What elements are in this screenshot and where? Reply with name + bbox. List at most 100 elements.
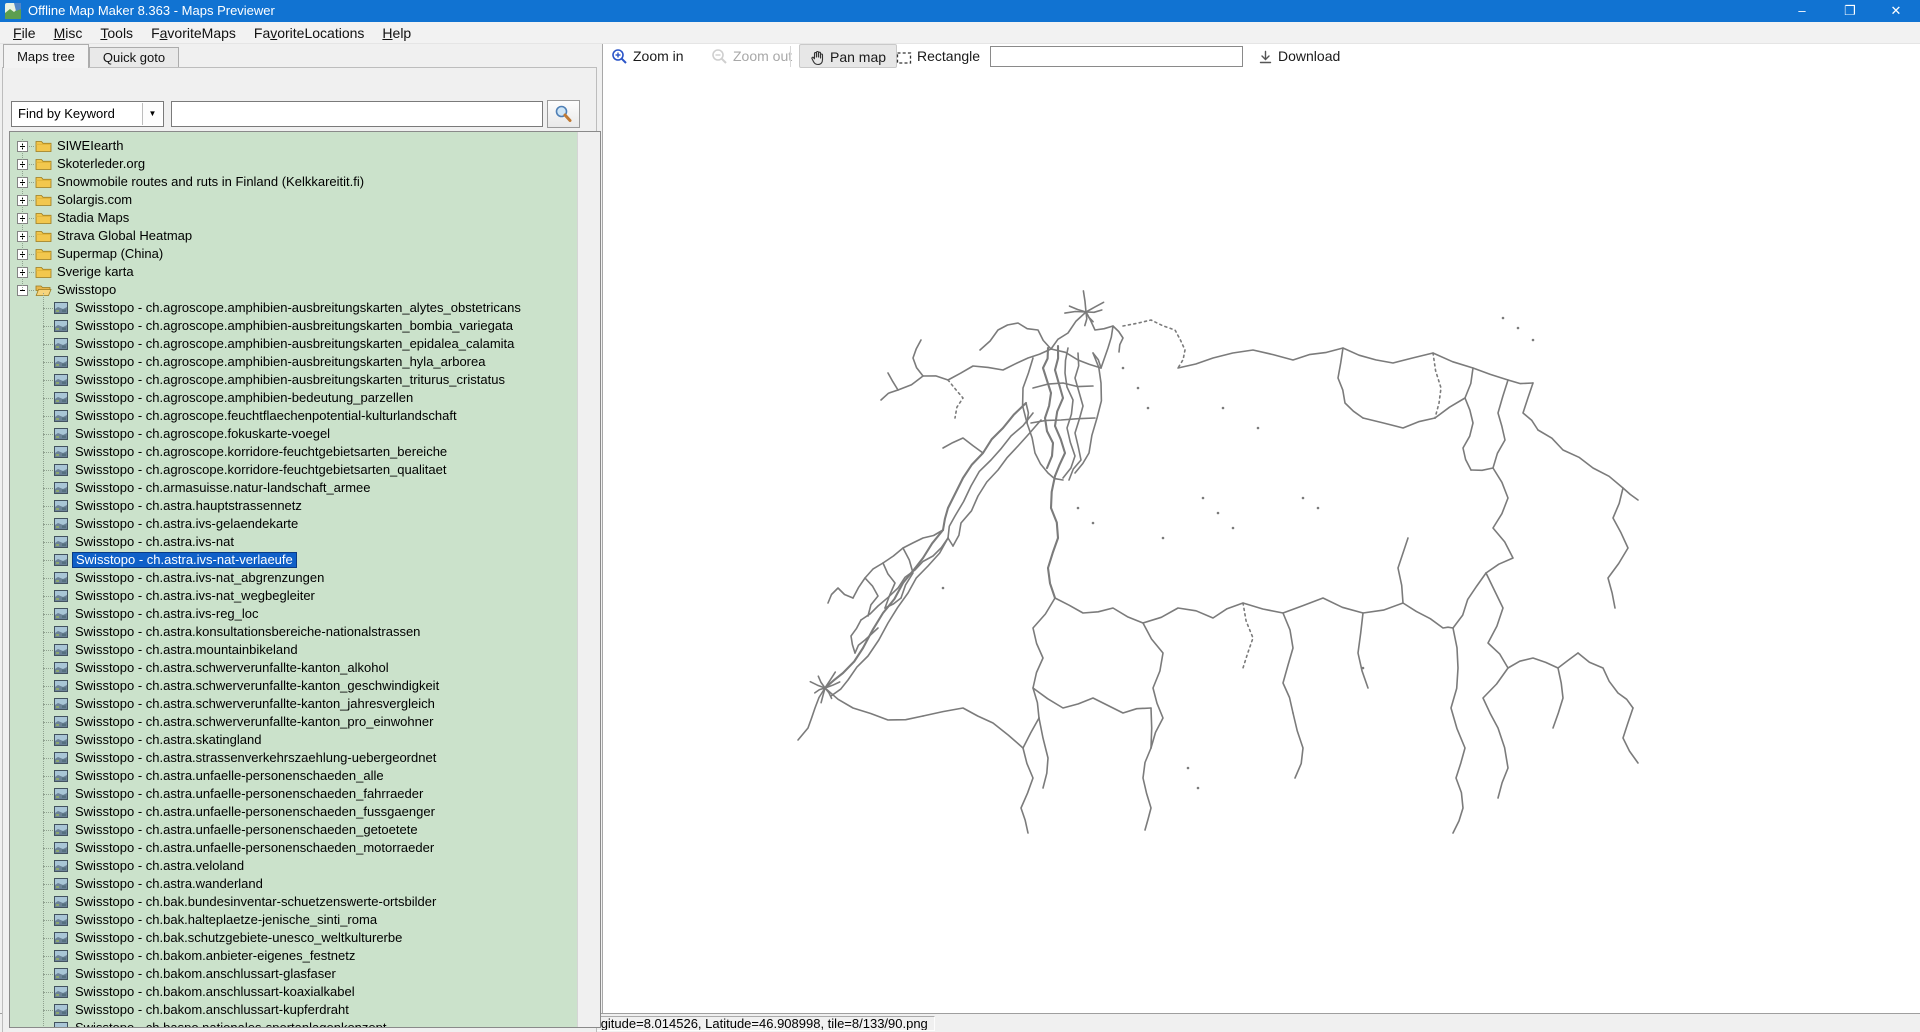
tree-folder-label: Swisstopo: [54, 282, 119, 298]
map-layer-icon: [54, 516, 68, 528]
dashed-rectangle-icon: [896, 51, 912, 65]
tree-item-ch-astra-unfaelle-personenschaeden-fahrraeder[interactable]: Swisstopo - ch.astra.unfaelle-personensc…: [10, 785, 577, 803]
rectangle-label: Rectangle: [917, 48, 980, 64]
tree-item-ch-bak-bundesinventar-schuetzenswerte-ortsbilder[interactable]: Swisstopo - ch.bak.bundesinventar-schuet…: [10, 893, 577, 911]
tree-item-ch-agroscope-amphibien-ausbreitungskarten-bombia-variegata[interactable]: Swisstopo - ch.agroscope.amphibien-ausbr…: [10, 317, 577, 335]
menu-item-help[interactable]: Help: [373, 22, 420, 43]
tree-folder-snowmobile-routes-and-ruts-in-finland-kelkkareitit-fi-[interactable]: Snowmobile routes and ruts in Finland (K…: [10, 173, 577, 191]
close-button[interactable]: ✕: [1872, 0, 1920, 22]
tree-item-label: Swisstopo - ch.agroscope.amphibien-ausbr…: [72, 354, 488, 370]
map-layer-icon: [54, 678, 68, 690]
tree-item-ch-astra-ivs-reg-loc[interactable]: Swisstopo - ch.astra.ivs-reg_loc: [10, 605, 577, 623]
tree-item-label: Swisstopo - ch.bakom.anschlussart-kupfer…: [72, 1002, 352, 1018]
tree-item-ch-agroscope-amphibien-ausbreitungskarten-triturus-cristatus[interactable]: Swisstopo - ch.agroscope.amphibien-ausbr…: [10, 371, 577, 389]
map-layer-icon: [54, 894, 68, 906]
maximize-button[interactable]: ❐: [1828, 0, 1872, 22]
tree-item-ch-bakom-anschlussart-glasfaser[interactable]: Swisstopo - ch.bakom.anschlussart-glasfa…: [10, 965, 577, 983]
map-layer-icon: [54, 588, 68, 600]
tree-folder-supermap-china-[interactable]: Supermap (China): [10, 245, 577, 263]
tree-item-ch-astra-unfaelle-personenschaeden-getoetete[interactable]: Swisstopo - ch.astra.unfaelle-personensc…: [10, 821, 577, 839]
zoom-out-label: Zoom out: [733, 48, 792, 64]
folder-icon: [35, 263, 52, 277]
tree-item-ch-astra-schwerverunfallte-kanton-alkohol[interactable]: Swisstopo - ch.astra.schwerverunfallte-k…: [10, 659, 577, 677]
tree-item-ch-astra-konsultationsbereiche-nationalstrassen[interactable]: Swisstopo - ch.astra.konsultationsbereic…: [10, 623, 577, 641]
tree-item-ch-astra-veloland[interactable]: Swisstopo - ch.astra.veloland: [10, 857, 577, 875]
menu-item-favoritelocations[interactable]: FavoriteLocations: [245, 22, 374, 43]
tree-item-ch-astra-schwerverunfallte-kanton-geschwindigkeit[interactable]: Swisstopo - ch.astra.schwerverunfallte-k…: [10, 677, 577, 695]
tree-folder-swisstopo[interactable]: Swisstopo: [10, 281, 577, 299]
tab-quick-goto[interactable]: Quick goto: [89, 47, 179, 68]
tree-item-ch-astra-hauptstrassennetz[interactable]: Swisstopo - ch.astra.hauptstrassennetz: [10, 497, 577, 515]
tree-item-ch-astra-unfaelle-personenschaeden-fussgaenger[interactable]: Swisstopo - ch.astra.unfaelle-personensc…: [10, 803, 577, 821]
tree-item-label: Swisstopo - ch.astra.ivs-nat_abgrenzunge…: [72, 570, 327, 586]
tree-item-ch-astra-ivs-gelaendekarte[interactable]: Swisstopo - ch.astra.ivs-gelaendekarte: [10, 515, 577, 533]
tree-item-ch-astra-unfaelle-personenschaeden-alle[interactable]: Swisstopo - ch.astra.unfaelle-personensc…: [10, 767, 577, 785]
search-mode-combobox[interactable]: Find by Keyword ▼: [11, 101, 164, 127]
menu-item-misc[interactable]: Misc: [45, 22, 92, 43]
tree-item-ch-astra-ivs-nat-wegbegleiter[interactable]: Swisstopo - ch.astra.ivs-nat_wegbegleite…: [10, 587, 577, 605]
tree-item-ch-bak-halteplaetze-jenische-sinti-roma[interactable]: Swisstopo - ch.bak.halteplaetze-jenische…: [10, 911, 577, 929]
tree-folder-sverige-karta[interactable]: Sverige karta: [10, 263, 577, 281]
menu-item-favoritemaps[interactable]: FavoriteMaps: [142, 22, 245, 43]
tree-item-ch-bak-schutzgebiete-unesco-weltkulturerbe[interactable]: Swisstopo - ch.bak.schutzgebiete-unesco_…: [10, 929, 577, 947]
tree-item-ch-astra-mountainbikeland[interactable]: Swisstopo - ch.astra.mountainbikeland: [10, 641, 577, 659]
tree-item-ch-agroscope-korridore-feuchtgebietsarten-qualitaet[interactable]: Swisstopo - ch.agroscope.korridore-feuch…: [10, 461, 577, 479]
tree-item-ch-agroscope-amphibien-bedeutung-parzellen[interactable]: Swisstopo - ch.agroscope.amphibien-bedeu…: [10, 389, 577, 407]
search-button[interactable]: [547, 100, 580, 128]
tree-folder-solargis-com[interactable]: Solargis.com: [10, 191, 577, 209]
tree-folder-stadia-maps[interactable]: Stadia Maps: [10, 209, 577, 227]
folder-icon: [35, 173, 52, 187]
tree-folder-siweiearth[interactable]: SIWEIearth: [10, 137, 577, 155]
tree-item-ch-bakom-anschlussart-koaxialkabel[interactable]: Swisstopo - ch.bakom.anschlussart-koaxia…: [10, 983, 577, 1001]
pan-map-button[interactable]: Pan map: [799, 44, 897, 68]
tree-folder-skoterleder-org[interactable]: Skoterleder.org: [10, 155, 577, 173]
tree-item-ch-agroscope-amphibien-ausbreitungskarten-alytes-obstetricans[interactable]: Swisstopo - ch.agroscope.amphibien-ausbr…: [10, 299, 577, 317]
tree-item-ch-astra-strassenverkehrszaehlung-uebergeordnet[interactable]: Swisstopo - ch.astra.strassenverkehrszae…: [10, 749, 577, 767]
tree-item-ch-astra-schwerverunfallte-kanton-jahresvergleich[interactable]: Swisstopo - ch.astra.schwerverunfallte-k…: [10, 695, 577, 713]
tree-folder-label: Supermap (China): [54, 246, 166, 262]
map-layer-icon: [54, 444, 68, 456]
menu-item-file[interactable]: File: [4, 22, 45, 43]
map-layer-icon: [54, 480, 68, 492]
folder-icon: [35, 137, 52, 151]
tab-maps-tree[interactable]: Maps tree: [3, 44, 89, 68]
tree-vertical-scrollbar[interactable]: [577, 132, 600, 1027]
tree-item-ch-astra-unfaelle-personenschaeden-motorraeder[interactable]: Swisstopo - ch.astra.unfaelle-personensc…: [10, 839, 577, 857]
tree-item-label: Swisstopo - ch.bak.bundesinventar-schuet…: [72, 894, 439, 910]
menu-item-tools[interactable]: Tools: [91, 22, 142, 43]
tree-item-ch-armasuisse-natur-landschaft-armee[interactable]: Swisstopo - ch.armasuisse.natur-landscha…: [10, 479, 577, 497]
search-input[interactable]: [171, 101, 543, 127]
zoom-in-button[interactable]: Zoom in: [611, 44, 684, 68]
tree-item-ch-bakom-anbieter-eigenes-festnetz[interactable]: Swisstopo - ch.bakom.anbieter-eigenes_fe…: [10, 947, 577, 965]
map-layer-icon: [54, 498, 68, 510]
tree-item-ch-astra-ivs-nat-abgrenzungen[interactable]: Swisstopo - ch.astra.ivs-nat_abgrenzunge…: [10, 569, 577, 587]
map-layer-icon: [54, 984, 68, 996]
tree-item-ch-agroscope-amphibien-ausbreitungskarten-epidalea-calamita[interactable]: Swisstopo - ch.agroscope.amphibien-ausbr…: [10, 335, 577, 353]
rectangle-select-button[interactable]: Rectangle: [896, 44, 980, 68]
tab-page: Find by Keyword ▼ SIWEIearthSkoterleder.…: [2, 67, 597, 1032]
coordinate-input[interactable]: [990, 46, 1243, 67]
map-layer-icon: [54, 858, 68, 870]
tree-item-ch-agroscope-fokuskarte-voegel[interactable]: Swisstopo - ch.agroscope.fokuskarte-voeg…: [10, 425, 577, 443]
minimize-button[interactable]: –: [1780, 0, 1824, 22]
tree-item-ch-astra-wanderland[interactable]: Swisstopo - ch.astra.wanderland: [10, 875, 577, 893]
tree-item-label: Swisstopo - ch.agroscope.amphibien-bedeu…: [72, 390, 416, 406]
map-layer-icon: [54, 354, 68, 366]
tree-item-ch-agroscope-korridore-feuchtgebietsarten-bereiche[interactable]: Swisstopo - ch.agroscope.korridore-feuch…: [10, 443, 577, 461]
map-canvas[interactable]: [603, 68, 1920, 1013]
tree-item-label: Swisstopo - ch.astra.schwerverunfallte-k…: [72, 678, 442, 694]
tree-item-ch-agroscope-feuchtflaechenpotential-kulturlandschaft[interactable]: Swisstopo - ch.agroscope.feuchtflaechenp…: [10, 407, 577, 425]
tree-item-ch-astra-skatingland[interactable]: Swisstopo - ch.astra.skatingland: [10, 731, 577, 749]
tree-item-ch-astra-ivs-nat-verlaeufe[interactable]: Swisstopo - ch.astra.ivs-nat-verlaeufe: [10, 551, 577, 569]
chevron-down-icon[interactable]: ▼: [142, 103, 162, 125]
tree-item-ch-agroscope-amphibien-ausbreitungskarten-hyla-arborea[interactable]: Swisstopo - ch.agroscope.amphibien-ausbr…: [10, 353, 577, 371]
tree-folder-label: Stadia Maps: [54, 210, 132, 226]
tree-item-ch-bakom-anschlussart-kupferdraht[interactable]: Swisstopo - ch.bakom.anschlussart-kupfer…: [10, 1001, 577, 1019]
tree-item-label: Swisstopo - ch.agroscope.korridore-feuch…: [72, 444, 450, 460]
tree-item-ch-astra-schwerverunfallte-kanton-pro-einwohner[interactable]: Swisstopo - ch.astra.schwerverunfallte-k…: [10, 713, 577, 731]
tree-item-ch-baspo-nationales-sportanlagenkonzept[interactable]: Swisstopo - ch.baspo.nationales-sportanl…: [10, 1019, 577, 1027]
tree-item-ch-astra-ivs-nat[interactable]: Swisstopo - ch.astra.ivs-nat: [10, 533, 577, 551]
tree-item-label: Swisstopo - ch.astra.hauptstrassennetz: [72, 498, 305, 514]
download-button[interactable]: Download: [1258, 44, 1340, 68]
tree-folder-strava-global-heatmap[interactable]: Strava Global Heatmap: [10, 227, 577, 245]
